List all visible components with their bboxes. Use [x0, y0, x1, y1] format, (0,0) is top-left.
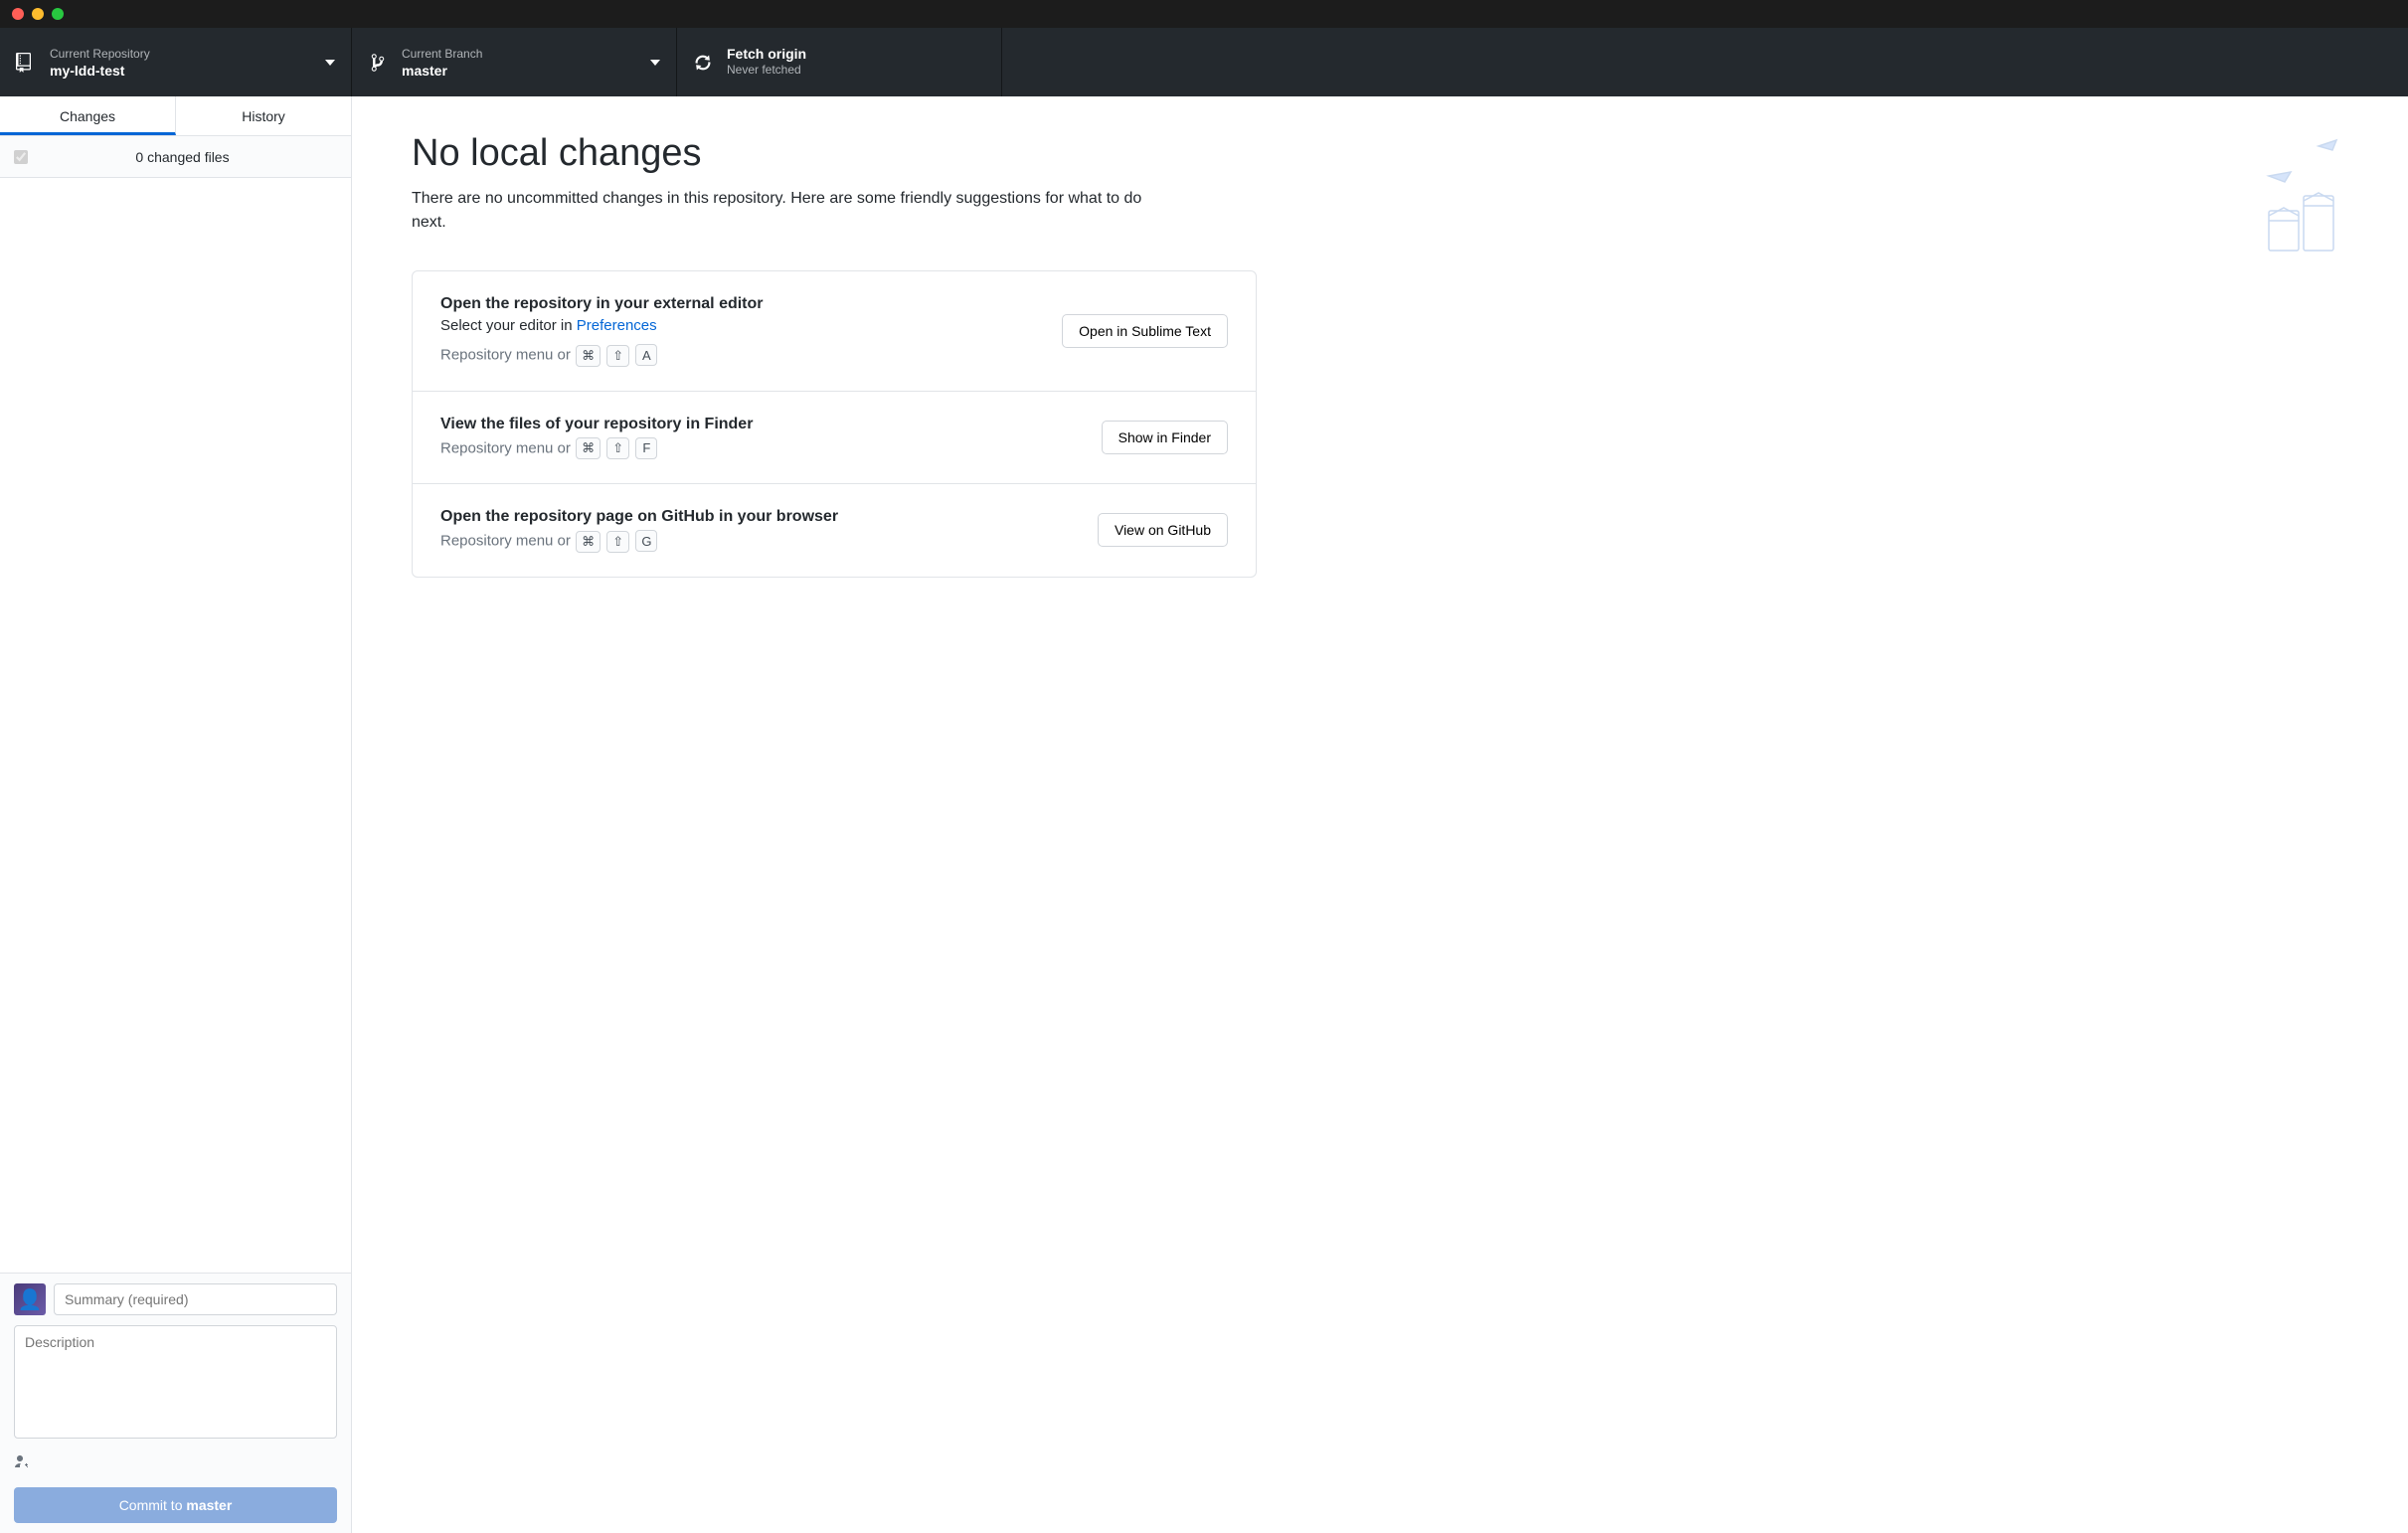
kbd-cmd: ⌘: [576, 531, 601, 553]
sidebar: Changes History 0 changed files 👤 Commit…: [0, 96, 352, 1533]
repo-value: my-ldd-test: [50, 63, 150, 79]
kbd-f: F: [635, 437, 657, 459]
window-titlebar: [0, 0, 2408, 28]
commit-button[interactable]: Commit to master: [14, 1487, 337, 1523]
fetch-status: Never fetched: [727, 62, 806, 79]
suggestion-row-editor: Open the repository in your external edi…: [413, 271, 1256, 392]
branch-icon: [368, 53, 388, 73]
tab-changes[interactable]: Changes: [0, 96, 176, 135]
current-branch-dropdown[interactable]: Current Branch master: [352, 28, 677, 96]
kbd-g: G: [635, 530, 657, 552]
suggestion-hint: Repository menu or ⌘ ⇧ G: [440, 530, 1098, 553]
preferences-link[interactable]: Preferences: [577, 317, 657, 334]
changed-files-count: 0 changed files: [28, 149, 337, 165]
suggestion-hint: Repository menu or ⌘ ⇧ A: [440, 344, 1062, 367]
suggestion-row-github: Open the repository page on GitHub in yo…: [413, 484, 1256, 577]
kbd-cmd: ⌘: [576, 345, 601, 367]
fetch-label: Fetch origin: [727, 46, 806, 62]
suggestion-title: View the files of your repository in Fin…: [440, 416, 1102, 433]
suggestion-title: Open the repository in your external edi…: [440, 295, 1062, 313]
suggestion-subtext: Select your editor in Preferences: [440, 317, 1062, 334]
app-toolbar: Current Repository my-ldd-test Current B…: [0, 28, 2408, 96]
add-coauthor-icon[interactable]: [14, 1453, 30, 1469]
suggestions-list: Open the repository in your external edi…: [412, 270, 1257, 578]
empty-state-heading: No local changes: [412, 132, 2348, 175]
fetch-origin-button[interactable]: Fetch origin Never fetched: [677, 28, 1002, 96]
empty-state-illustration: [2249, 136, 2348, 265]
kbd-shift: ⇧: [606, 531, 629, 553]
repo-icon: [16, 53, 36, 73]
show-in-finder-button[interactable]: Show in Finder: [1102, 421, 1228, 454]
commit-form: 👤 Commit to master: [0, 1273, 351, 1533]
window-minimize-button[interactable]: [32, 8, 44, 20]
changes-header: 0 changed files: [0, 136, 351, 178]
commit-summary-input[interactable]: [54, 1283, 337, 1315]
window-zoom-button[interactable]: [52, 8, 64, 20]
chevron-down-icon: [650, 60, 660, 66]
kbd-a: A: [635, 344, 657, 366]
avatar: 👤: [14, 1283, 46, 1315]
select-all-checkbox[interactable]: [14, 150, 28, 164]
kbd-shift: ⇧: [606, 437, 629, 459]
chevron-down-icon: [325, 60, 335, 66]
open-in-editor-button[interactable]: Open in Sublime Text: [1062, 314, 1228, 348]
sync-icon: [693, 53, 713, 73]
branch-value: master: [402, 63, 482, 79]
main-panel: No local changes There are no uncommitte…: [352, 96, 2408, 1533]
commit-button-branch: master: [186, 1497, 232, 1513]
kbd-shift: ⇧: [606, 345, 629, 367]
commit-button-prefix: Commit to: [119, 1497, 187, 1513]
suggestion-title: Open the repository page on GitHub in yo…: [440, 508, 1098, 526]
empty-state-subtitle: There are no uncommitted changes in this…: [412, 187, 1147, 235]
current-repository-dropdown[interactable]: Current Repository my-ldd-test: [0, 28, 352, 96]
kbd-cmd: ⌘: [576, 437, 601, 459]
view-on-github-button[interactable]: View on GitHub: [1098, 513, 1228, 547]
branch-label: Current Branch: [402, 46, 482, 63]
window-close-button[interactable]: [12, 8, 24, 20]
commit-description-input[interactable]: [14, 1325, 337, 1439]
tab-history[interactable]: History: [176, 96, 351, 135]
suggestion-hint: Repository menu or ⌘ ⇧ F: [440, 437, 1102, 460]
repo-label: Current Repository: [50, 46, 150, 63]
suggestion-row-finder: View the files of your repository in Fin…: [413, 392, 1256, 485]
